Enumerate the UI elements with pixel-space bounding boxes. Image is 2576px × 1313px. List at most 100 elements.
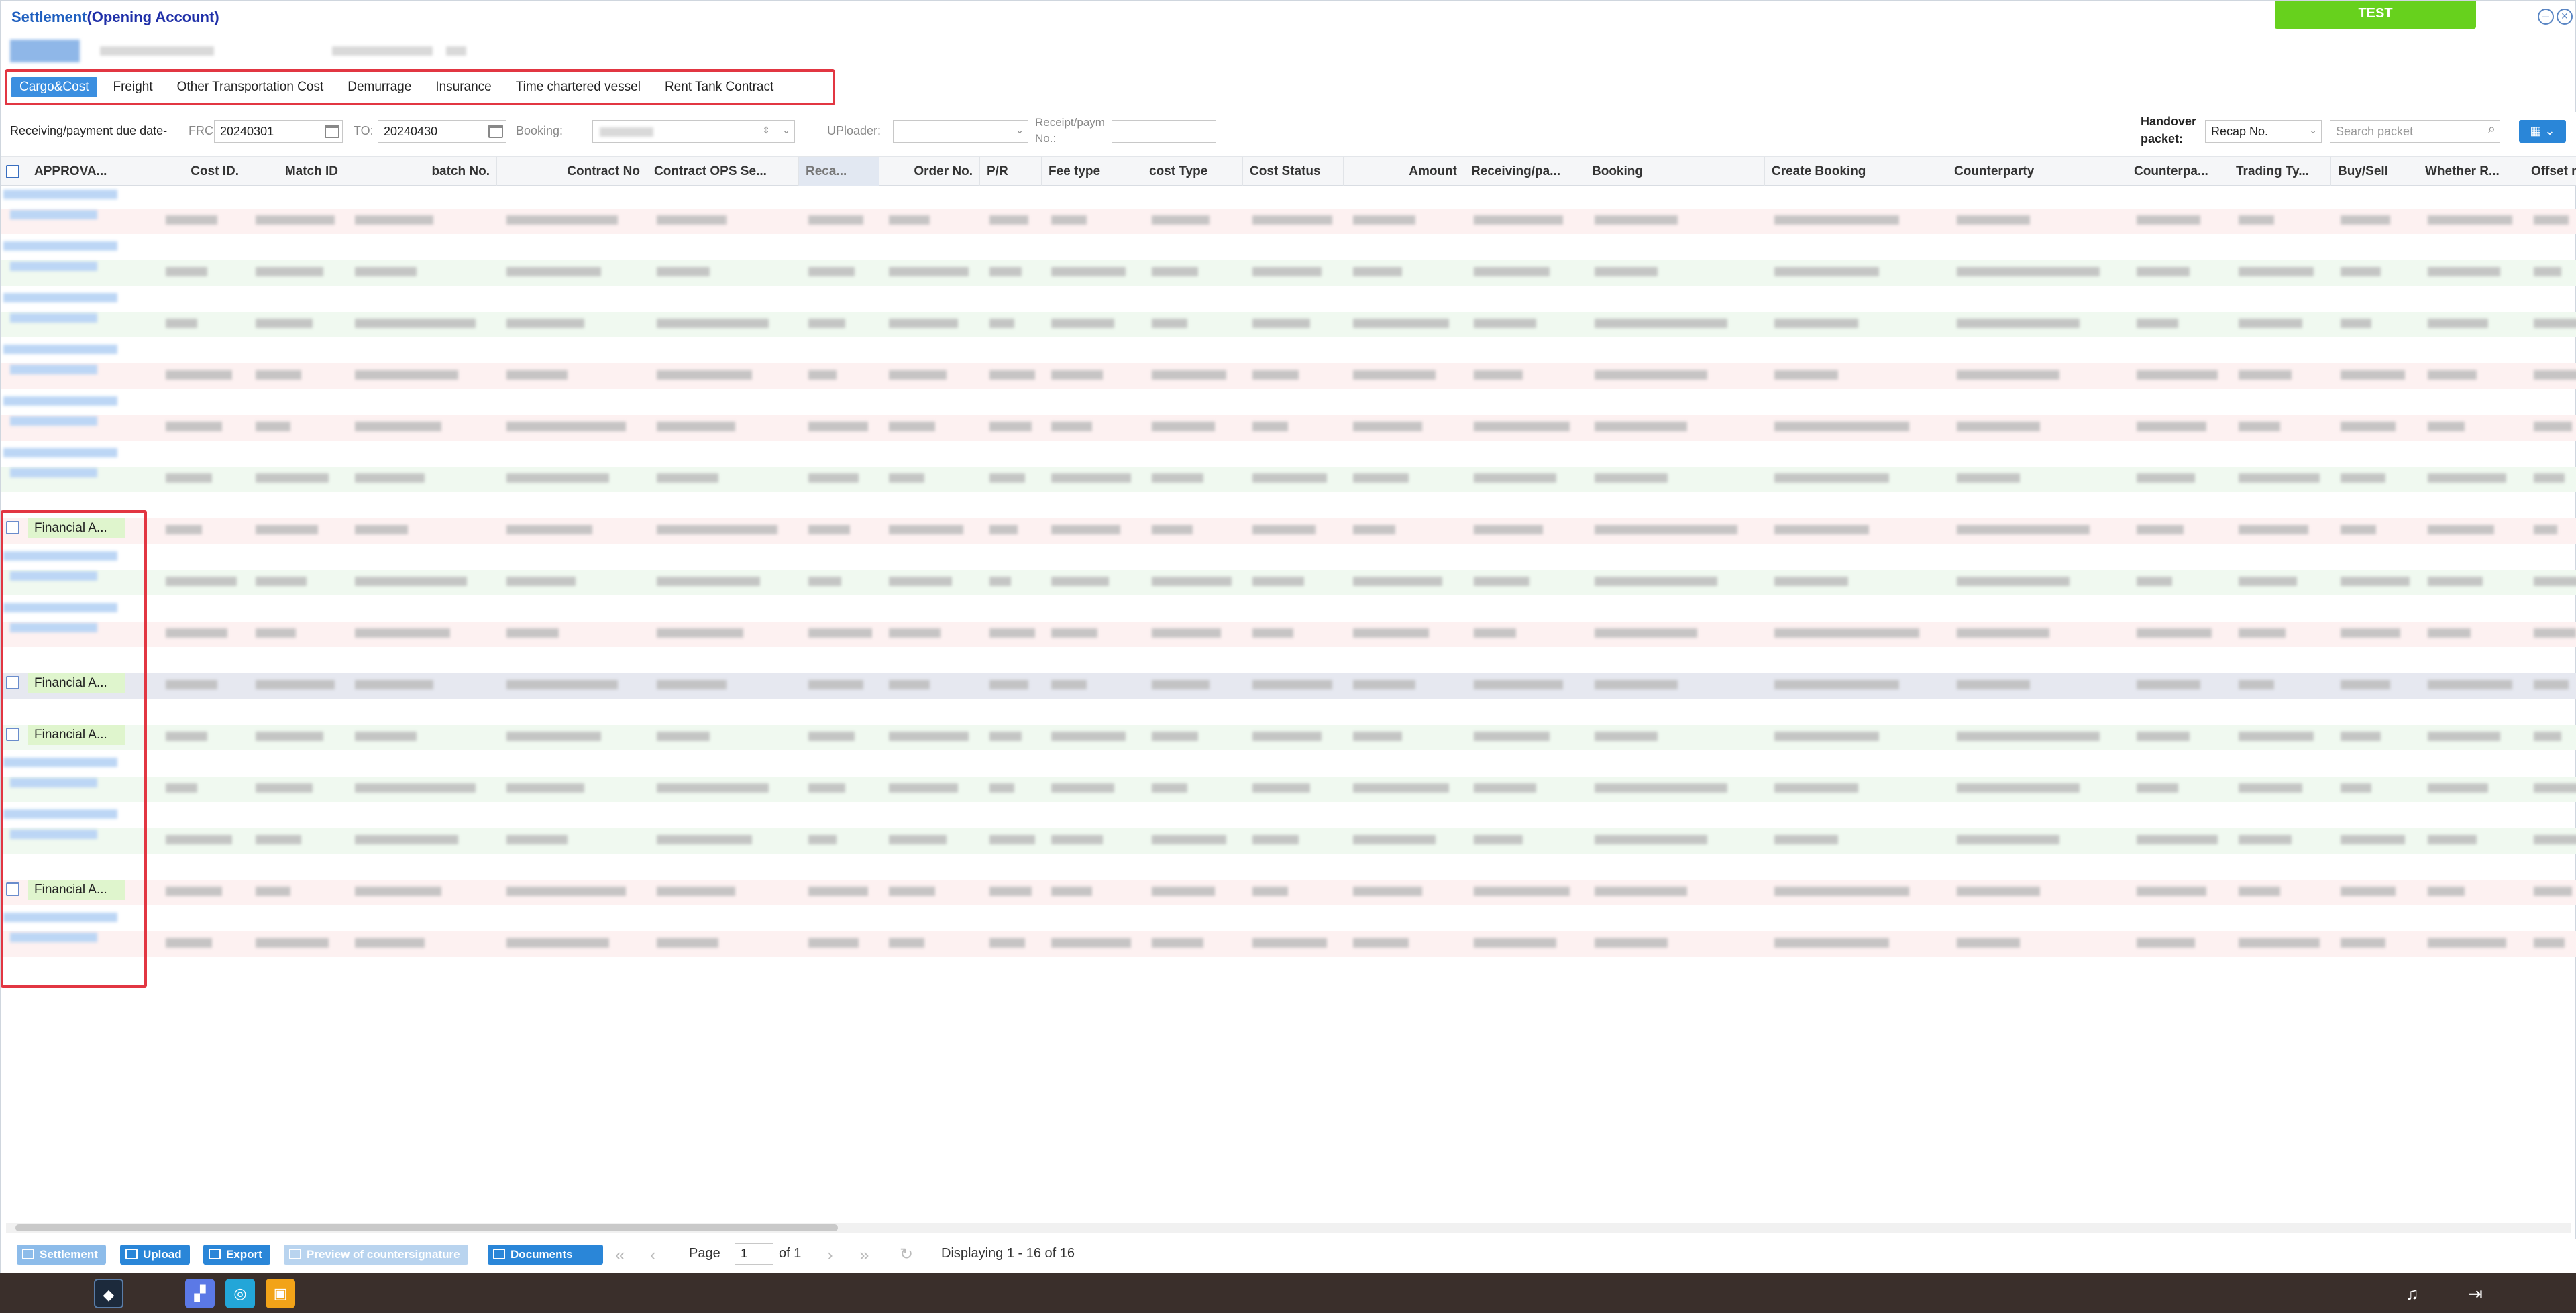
- redacted-cell: [166, 577, 237, 586]
- redacted-cell: [2428, 422, 2465, 431]
- redacted-cell: [1353, 370, 1436, 380]
- column-header[interactable]: Contract OPS Se...: [647, 157, 799, 186]
- redacted-link: [3, 396, 117, 406]
- settlement-button[interactable]: Settlement: [17, 1245, 106, 1265]
- column-header[interactable]: Booking: [1585, 157, 1765, 186]
- redacted-cell: [355, 422, 441, 431]
- calendar-icon[interactable]: [488, 125, 503, 138]
- column-header[interactable]: cost Type: [1142, 157, 1243, 186]
- tab-insurance[interactable]: Insurance: [427, 77, 499, 97]
- refresh-icon[interactable]: ↻: [900, 1245, 913, 1264]
- column-header[interactable]: Reca...: [799, 157, 879, 186]
- redacted-cell: [355, 938, 425, 948]
- redacted-cell: [1353, 680, 1415, 689]
- handover-label-1: Handover: [2141, 115, 2197, 128]
- column-header[interactable]: Receiving/pa...: [1464, 157, 1585, 186]
- logout-icon[interactable]: ⇥: [2461, 1279, 2490, 1308]
- redacted-cell: [808, 628, 872, 638]
- export-button[interactable]: Export: [203, 1245, 270, 1265]
- tab-cargo-cost[interactable]: Cargo&Cost: [11, 77, 97, 97]
- first-page-icon[interactable]: «: [615, 1245, 625, 1265]
- search-packet-input[interactable]: Search packet ⌕: [2330, 120, 2500, 143]
- table-row[interactable]: [1, 392, 2576, 444]
- table-row[interactable]: [1, 444, 2576, 496]
- column-header[interactable]: Amount: [1344, 157, 1464, 186]
- column-header[interactable]: Offset r: [2524, 157, 2576, 186]
- redacted-cell: [2428, 319, 2488, 328]
- page-input[interactable]: 1: [735, 1243, 773, 1265]
- app-icon-dark[interactable]: ◆: [94, 1279, 123, 1308]
- column-header[interactable]: APPROVA...: [28, 157, 156, 186]
- tab-time-chartered-vessel[interactable]: Time chartered vessel: [508, 77, 649, 97]
- search-icon[interactable]: ⌕: [2488, 122, 2496, 137]
- table-row[interactable]: [1, 547, 2576, 599]
- redacted-link: [10, 210, 97, 219]
- redacted-cell: [2341, 267, 2381, 276]
- column-header[interactable]: Trading Ty...: [2229, 157, 2331, 186]
- chart-app-icon[interactable]: ▞: [185, 1279, 215, 1308]
- column-header[interactable]: Counterparty: [1947, 157, 2127, 186]
- minimize-icon[interactable]: –: [2538, 9, 2554, 25]
- redacted-cell: [2137, 835, 2218, 844]
- table-row[interactable]: [1, 805, 2576, 857]
- column-header[interactable]: Cost Status: [1243, 157, 1344, 186]
- booking-combo[interactable]: ⇕ ⌄: [592, 120, 795, 143]
- table-row[interactable]: Financial A...: [1, 650, 2576, 702]
- tab-demurrage[interactable]: Demurrage: [339, 77, 419, 97]
- column-header[interactable]: Counterpa...: [2127, 157, 2229, 186]
- column-header[interactable]: Cost ID.: [156, 157, 246, 186]
- redacted-cell: [1353, 628, 1429, 638]
- handover-select[interactable]: Recap No. ⌄: [2205, 120, 2322, 143]
- grid-view-button[interactable]: ▦ ⌄: [2519, 120, 2566, 143]
- scrollbar-thumb[interactable]: [15, 1224, 838, 1231]
- redacted-cell: [2428, 525, 2494, 534]
- column-header[interactable]: Match ID: [246, 157, 345, 186]
- table-row[interactable]: Financial A...: [1, 496, 2576, 547]
- browser-app-icon[interactable]: ◎: [225, 1279, 255, 1308]
- column-header[interactable]: Contract No: [497, 157, 647, 186]
- redacted-cell: [256, 319, 313, 328]
- table-row[interactable]: Financial A...: [1, 702, 2576, 754]
- column-header[interactable]: Fee type: [1042, 157, 1142, 186]
- documents-button[interactable]: Documents: [488, 1245, 603, 1265]
- table-row[interactable]: [1, 237, 2576, 289]
- redacted-cell: [166, 215, 217, 225]
- table-row[interactable]: [1, 754, 2576, 805]
- tab-other-transportation-cost[interactable]: Other Transportation Cost: [169, 77, 332, 97]
- prev-page-icon[interactable]: ‹: [650, 1245, 656, 1265]
- column-header[interactable]: Buy/Sell: [2331, 157, 2418, 186]
- chevron-down-icon[interactable]: ⌄: [2309, 125, 2317, 136]
- horizontal-scrollbar[interactable]: [6, 1223, 2571, 1233]
- table-row[interactable]: [1, 599, 2576, 650]
- chevron-down-icon[interactable]: ⌄: [782, 125, 790, 136]
- select-all-checkbox[interactable]: [6, 165, 19, 178]
- tab-rent-tank-contract[interactable]: Rent Tank Contract: [657, 77, 782, 97]
- tab-freight[interactable]: Freight: [105, 77, 161, 97]
- upload-button[interactable]: Upload: [120, 1245, 190, 1265]
- redacted-cell: [1051, 370, 1103, 380]
- chevron-down-icon[interactable]: ⌄: [1016, 125, 1024, 136]
- table-row[interactable]: [1, 341, 2576, 392]
- settlement-app-icon[interactable]: ▣: [266, 1279, 295, 1308]
- table-row[interactable]: Financial A...: [1, 857, 2576, 909]
- column-header[interactable]: P/R: [980, 157, 1042, 186]
- column-header[interactable]: Order No.: [879, 157, 980, 186]
- next-page-icon[interactable]: ›: [827, 1245, 833, 1265]
- preview-countersignature-button[interactable]: Preview of countersignature: [284, 1245, 468, 1265]
- column-header[interactable]: Create Booking: [1765, 157, 1947, 186]
- column-header[interactable]: batch No.: [345, 157, 497, 186]
- receipt-input[interactable]: [1112, 120, 1216, 143]
- from-date-input[interactable]: 20240301: [214, 120, 343, 143]
- uploader-select[interactable]: ⌄: [893, 120, 1028, 143]
- close-icon[interactable]: ×: [2557, 9, 2573, 25]
- redacted-cell: [808, 215, 863, 225]
- table-row[interactable]: [1, 289, 2576, 341]
- calendar-icon[interactable]: [325, 125, 339, 138]
- bell-icon[interactable]: ♫: [2398, 1279, 2427, 1308]
- table-row[interactable]: [1, 186, 2576, 237]
- to-date-input[interactable]: 20240430: [378, 120, 506, 143]
- last-page-icon[interactable]: »: [859, 1245, 869, 1265]
- column-header[interactable]: Whether R...: [2418, 157, 2524, 186]
- table-row[interactable]: [1, 909, 2576, 960]
- stepper-icon[interactable]: ⇕: [762, 125, 770, 136]
